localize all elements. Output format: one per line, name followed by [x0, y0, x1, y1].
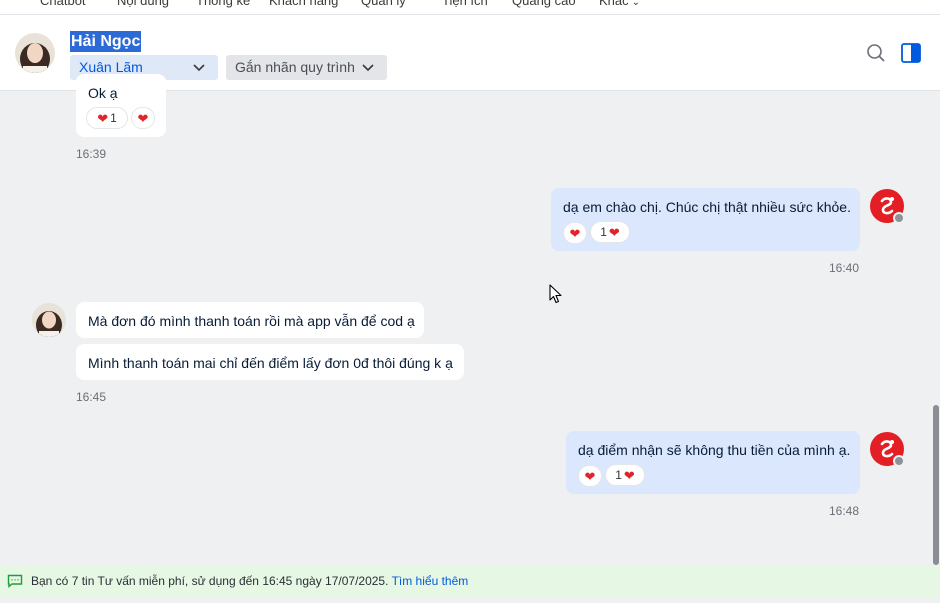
notice-text-wrap: Bạn có 7 tin Tư vấn miễn phí, sử dụng đế…: [31, 574, 468, 588]
add-reaction-button[interactable]: ❤: [131, 107, 155, 129]
chat-bubble-icon: [7, 574, 23, 588]
window-edge: [940, 0, 945, 603]
reaction-count-badge[interactable]: ❤ 1: [86, 107, 128, 129]
reaction-count: 1: [110, 111, 117, 125]
status-dot: [893, 455, 905, 467]
message-time: 16:45: [76, 390, 107, 404]
reaction-count-badge[interactable]: 1 ❤: [590, 221, 630, 243]
chevron-down-icon: [192, 55, 206, 88]
contact-avatar-small[interactable]: [32, 303, 66, 337]
message-text: dạ điểm nhận sẽ không thu tiền của mình …: [578, 442, 851, 458]
nav-item-more[interactable]: Khác ⌄: [599, 0, 640, 8]
scrollbar-thumb[interactable]: [933, 405, 939, 565]
heart-icon: ❤: [97, 110, 109, 126]
process-tag-label: Gắn nhãn quy trình: [235, 59, 355, 75]
contact-name[interactable]: Hải Ngọc: [70, 31, 142, 52]
message-time: 16:48: [829, 504, 860, 518]
free-consult-notice: Bạn có 7 tin Tư vấn miễn phí, sử dụng đế…: [0, 565, 940, 597]
nav-item-chatbot[interactable]: Chatbot: [40, 0, 86, 8]
top-navigation: Chatbot Nội dung Thống kê Khách hàng Quả…: [0, 0, 940, 15]
incoming-message[interactable]: Mà đơn đó mình thanh toán rồi mà app vẫn…: [76, 302, 424, 338]
side-panel-icon[interactable]: [900, 42, 922, 64]
status-dot: [893, 212, 905, 224]
message-time: 16:40: [829, 261, 860, 275]
heart-icon: ❤: [584, 468, 596, 484]
reaction-count: 1: [615, 468, 622, 482]
nav-item-stats[interactable]: Thống kê: [196, 0, 250, 8]
reaction-count: 1: [600, 225, 607, 239]
shop-avatar[interactable]: [870, 432, 905, 467]
add-reaction-button[interactable]: ❤: [563, 222, 587, 244]
message-text: Mình thanh toán mai chỉ đến điểm lấy đơn…: [88, 355, 453, 371]
heart-icon: ❤: [608, 224, 620, 240]
message-time: 16:39: [76, 147, 107, 161]
mouse-cursor-icon: [549, 284, 563, 304]
assignee-label: Xuân Lãm: [79, 59, 143, 75]
nav-item-customers[interactable]: Khách hàng: [269, 0, 338, 8]
nav-item-manage[interactable]: Quản lý: [361, 0, 406, 8]
heart-icon: ❤: [569, 225, 581, 241]
add-reaction-button[interactable]: ❤: [578, 465, 602, 487]
message-text: dạ em chào chị. Chúc chị thật nhiều sức …: [563, 199, 851, 215]
nav-item-more-label: Khác: [599, 0, 629, 8]
reaction-count-badge[interactable]: 1 ❤: [605, 464, 645, 486]
nav-item-utilities[interactable]: Tiện ích: [442, 0, 488, 8]
notice-text: Bạn có 7 tin Tư vấn miễn phí, sử dụng đế…: [31, 574, 389, 588]
shop-avatar[interactable]: [870, 189, 905, 224]
nav-item-content[interactable]: Nội dung: [117, 0, 169, 8]
message-text: Mà đơn đó mình thanh toán rồi mà app vẫn…: [88, 313, 415, 329]
incoming-message[interactable]: Mình thanh toán mai chỉ đến điểm lấy đơn…: [76, 344, 464, 380]
learn-more-link[interactable]: Tìm hiểu thêm: [392, 574, 469, 588]
message-text: Ok ạ: [88, 85, 118, 101]
heart-icon: ❤: [623, 467, 635, 483]
nav-item-ads[interactable]: Quảng cáo: [512, 0, 576, 8]
process-tag-dropdown[interactable]: Gắn nhãn quy trình: [226, 55, 387, 80]
contact-avatar[interactable]: [15, 33, 55, 73]
heart-icon: ❤: [137, 110, 149, 126]
search-icon[interactable]: [864, 41, 888, 65]
chevron-down-icon: [361, 55, 375, 88]
chevron-down-icon: ⌄: [631, 0, 641, 8]
